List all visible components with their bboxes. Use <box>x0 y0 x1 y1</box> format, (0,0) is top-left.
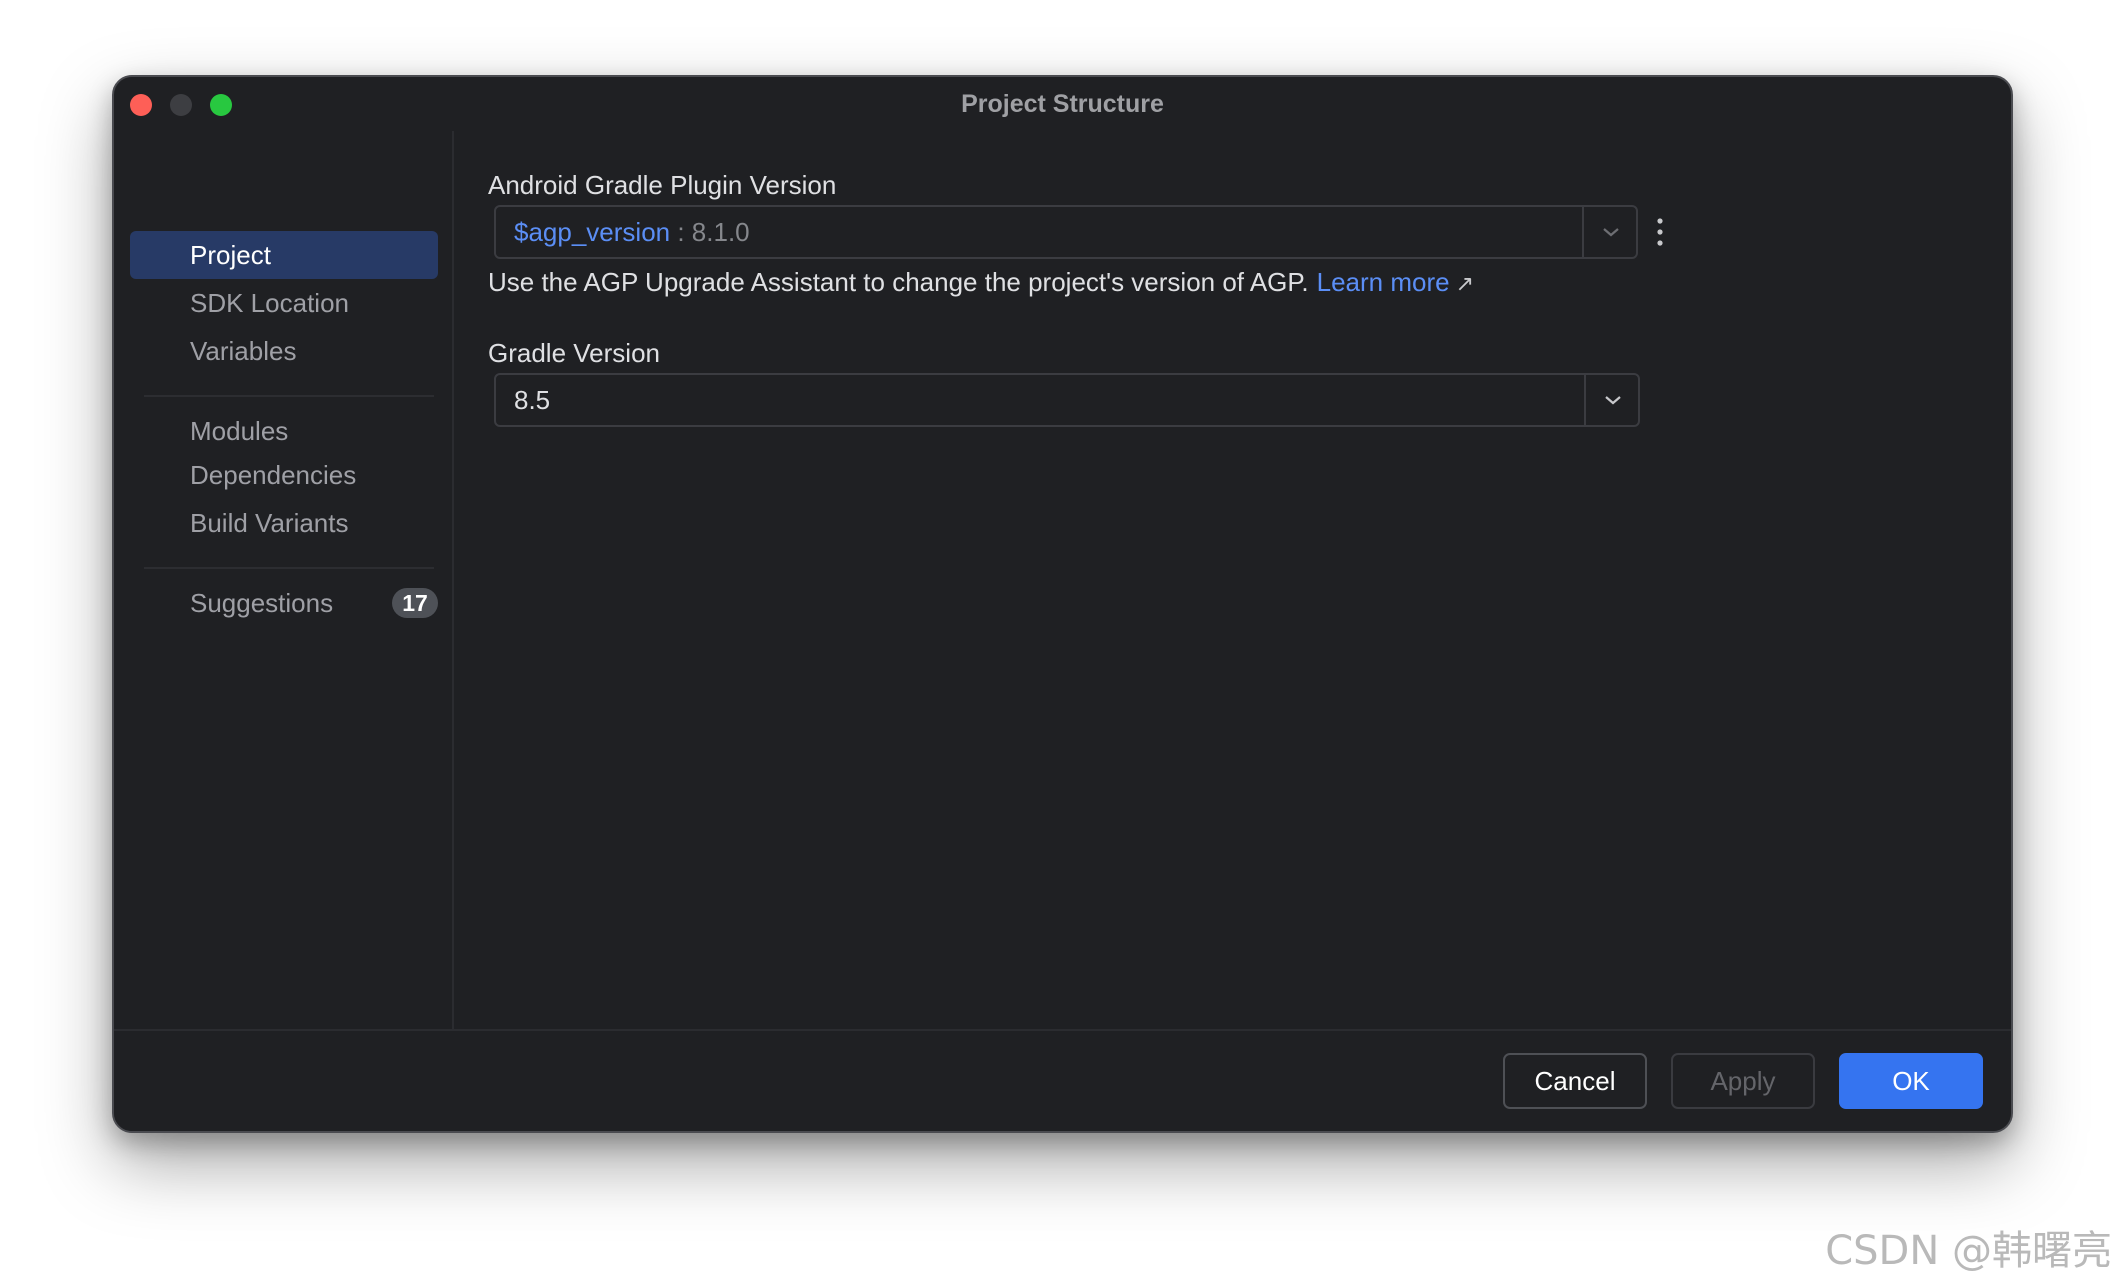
sidebar-item-label: SDK Location <box>190 288 349 318</box>
sidebar-item-label: Suggestions <box>190 588 334 618</box>
more-options-icon[interactable] <box>1650 215 1670 251</box>
gradle-version-value: 8.5 <box>514 385 551 415</box>
sidebar-item-label: Project <box>190 240 271 270</box>
sidebar-item-suggestions[interactable]: Suggestions 17 <box>130 579 438 627</box>
sidebar-divider <box>144 567 434 569</box>
suggestions-count-badge: 17 <box>392 588 438 618</box>
sidebar-item-label: Modules <box>190 416 289 446</box>
sidebar-divider <box>144 395 434 397</box>
sidebar: ← → Project SDK Location Variables Modul… <box>114 131 454 1029</box>
sidebar-item-modules[interactable]: Modules <box>130 407 438 455</box>
title-bar: Project Structure <box>114 77 2011 131</box>
apply-button[interactable]: Apply <box>1671 1053 1815 1109</box>
agp-variable-separator: : <box>670 217 692 247</box>
watermark: CSDN @韩曙亮 <box>1825 1228 2112 1274</box>
gradle-version-combobox[interactable]: 8.5 <box>494 373 1640 427</box>
agp-version-value: $agp_version : 8.1.0 <box>514 207 750 257</box>
gradle-version-label: Gradle Version <box>488 338 660 368</box>
learn-more-link[interactable]: Learn more <box>1317 267 1450 297</box>
chevron-down-icon[interactable] <box>1586 375 1640 425</box>
chevron-down-icon[interactable] <box>1584 207 1638 257</box>
sidebar-item-build-variants[interactable]: Build Variants <box>130 499 438 547</box>
agp-upgrade-hint: Use the AGP Upgrade Assistant to change … <box>488 267 1474 298</box>
sidebar-item-variables[interactable]: Variables <box>130 327 438 375</box>
sidebar-item-label: Build Variants <box>190 508 349 538</box>
ok-button[interactable]: OK <box>1839 1053 1983 1109</box>
sidebar-item-dependencies[interactable]: Dependencies <box>130 451 438 499</box>
window-title: Project Structure <box>961 90 1164 118</box>
project-structure-dialog: Project Structure ← → Project SDK Locati… <box>112 75 2013 1133</box>
sidebar-item-label: Variables <box>190 336 297 366</box>
agp-hint-text: Use the AGP Upgrade Assistant to change … <box>488 267 1309 297</box>
dialog-footer: Cancel Apply OK <box>114 1029 2011 1131</box>
agp-variable-value: 8.1.0 <box>691 217 750 247</box>
agp-version-combobox[interactable]: $agp_version : 8.1.0 <box>494 205 1638 259</box>
screen: Project Structure ← → Project SDK Locati… <box>0 0 2124 1282</box>
agp-variable-name: $agp_version <box>514 217 671 247</box>
external-link-icon[interactable]: ↗ <box>1456 271 1474 296</box>
sidebar-item-project[interactable]: Project <box>130 231 438 279</box>
cancel-button[interactable]: Cancel <box>1503 1053 1647 1109</box>
sidebar-item-sdk-location[interactable]: SDK Location <box>130 279 438 327</box>
sidebar-item-label: Dependencies <box>190 460 357 490</box>
agp-version-label: Android Gradle Plugin Version <box>488 170 837 200</box>
